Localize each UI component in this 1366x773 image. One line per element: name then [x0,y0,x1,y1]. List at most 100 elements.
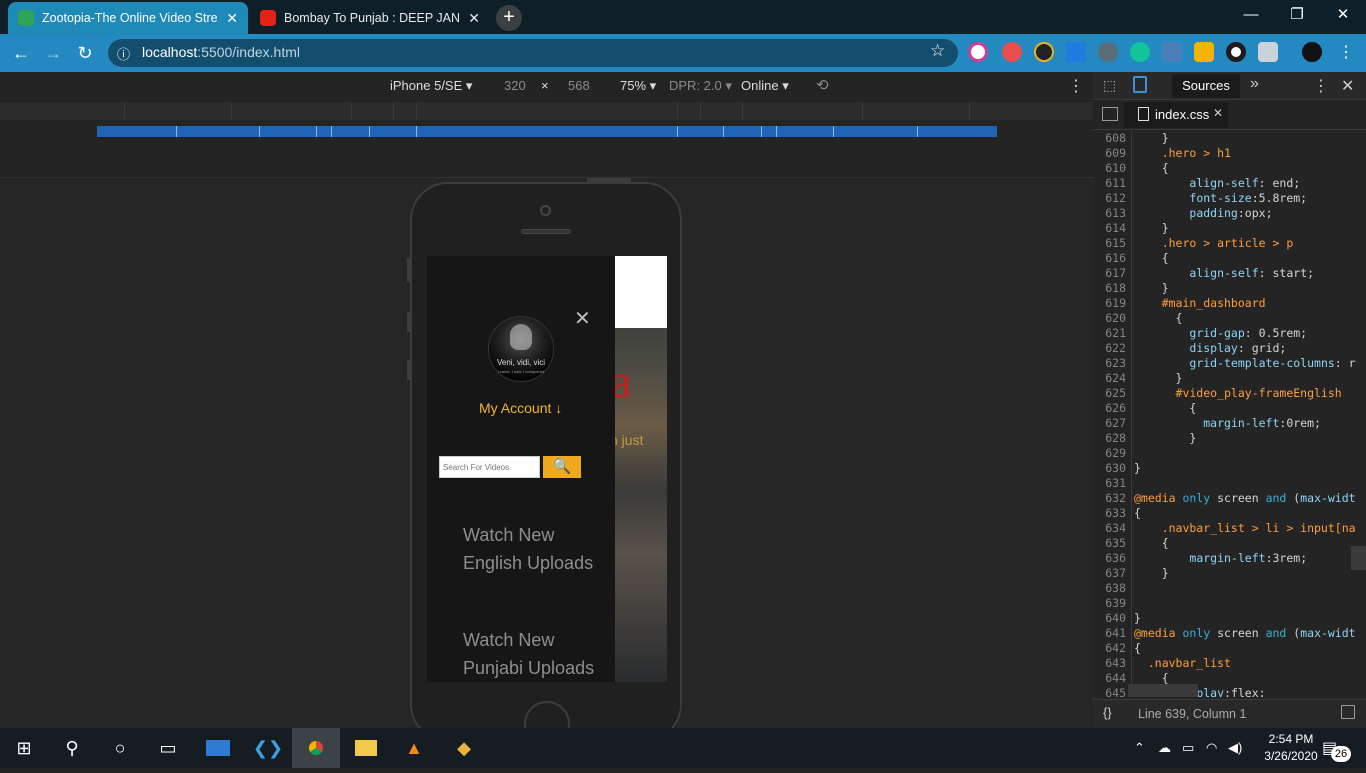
bookmark-star-icon[interactable]: ☆ [930,41,945,61]
extension-icon[interactable] [1226,42,1246,62]
drive-icon[interactable] [1258,42,1278,62]
line-number[interactable]: 612 [1093,191,1126,205]
extension-icon[interactable] [1098,42,1118,62]
line-number[interactable]: 635 [1093,536,1126,550]
windows-start-icon[interactable]: ⊞ [0,728,48,768]
horizontal-scrollbar[interactable] [1128,684,1198,697]
close-tab-icon[interactable]: ✕ [226,10,238,27]
vscode-app-icon[interactable]: ❮❯ [244,728,292,768]
cloud-icon[interactable]: ☁ [1158,740,1171,756]
menu-item-english[interactable]: Watch New English Uploads [463,521,593,577]
search-button[interactable]: 🔍 [543,456,581,478]
line-number[interactable]: 626 [1093,401,1126,415]
device-options-icon[interactable]: ⋮ [1068,76,1084,96]
line-number[interactable]: 617 [1093,266,1126,280]
line-number[interactable]: 629 [1093,446,1126,460]
line-number[interactable]: 622 [1093,341,1126,355]
zoom-select[interactable]: 75% ▾ [620,78,656,94]
extension-icon[interactable] [1002,42,1022,62]
color-picker-extension-icon[interactable] [968,42,988,62]
menu-kebab-icon[interactable]: ⋮ [1338,42,1354,62]
back-button[interactable]: ← [8,41,34,65]
line-number[interactable]: 638 [1093,581,1126,595]
line-number[interactable]: 627 [1093,416,1126,430]
more-tabs-icon[interactable]: » [1250,75,1259,93]
menu-item-punjabi[interactable]: Watch New Punjabi Uploads [463,626,594,682]
media-query-ruler[interactable] [97,126,997,137]
line-number[interactable]: 619 [1093,296,1126,310]
width-input[interactable]: 320 [504,78,526,93]
vlc-app-icon[interactable]: ▲ [390,728,438,768]
tray-expand-icon[interactable]: ⌃ [1134,740,1145,756]
minimize-button[interactable]: — [1228,0,1274,30]
line-number[interactable]: 611 [1093,176,1126,190]
line-number[interactable]: 608 [1093,131,1126,145]
inspect-element-icon[interactable]: ⬚ [1103,77,1116,94]
device-select[interactable]: iPhone 5/SE ▾ [390,78,472,94]
device-toggle-icon[interactable] [1133,76,1147,93]
maximize-button[interactable]: ❐ [1274,0,1320,30]
line-number[interactable]: 616 [1093,251,1126,265]
browser-tab-zootopia[interactable]: Zootopia-The Online Video Strea ✕ [8,2,248,34]
close-window-button[interactable]: ✕ [1320,0,1366,30]
profile-avatar[interactable] [1302,42,1322,62]
close-tab-icon[interactable]: ✕ [468,10,480,27]
line-number[interactable]: 631 [1093,476,1126,490]
height-input[interactable]: 568 [568,78,590,93]
line-number[interactable]: 634 [1093,521,1126,535]
line-number[interactable]: 641 [1093,626,1126,640]
coverage-icon[interactable] [1341,705,1355,719]
file-explorer-app-icon[interactable] [342,728,390,768]
line-number[interactable]: 615 [1093,236,1126,250]
tab-sources[interactable]: Sources [1172,74,1240,98]
line-number[interactable]: 621 [1093,326,1126,340]
dpr-select[interactable]: DPR: 2.0 ▾ [669,78,732,94]
volume-icon[interactable]: ◀) [1228,740,1242,756]
line-number[interactable]: 642 [1093,641,1126,655]
line-number[interactable]: 610 [1093,161,1126,175]
close-file-icon[interactable]: ✕ [1213,106,1223,120]
line-number[interactable]: 618 [1093,281,1126,295]
chrome-app-icon[interactable] [292,728,340,768]
line-number[interactable]: 630 [1093,461,1126,475]
line-number[interactable]: 620 [1093,311,1126,325]
line-number[interactable]: 632 [1093,491,1126,505]
line-number[interactable]: 643 [1093,656,1126,670]
line-number[interactable]: 637 [1093,566,1126,580]
line-number[interactable]: 614 [1093,221,1126,235]
line-number[interactable]: 613 [1093,206,1126,220]
line-number[interactable]: 624 [1093,371,1126,385]
line-number[interactable]: 633 [1093,506,1126,520]
wifi-icon[interactable]: ◠ [1206,740,1217,756]
navigator-toggle-icon[interactable] [1102,107,1118,121]
pretty-print-icon[interactable]: {} [1103,705,1112,720]
cortana-icon[interactable]: ○ [96,728,144,768]
mail-app-icon[interactable] [194,728,242,768]
rotate-icon[interactable]: ⟲ [816,76,829,94]
new-tab-button[interactable]: + [496,5,522,31]
extension-icon[interactable] [1034,42,1054,62]
forward-button[interactable]: → [40,41,66,65]
battery-icon[interactable]: ▭ [1182,740,1194,756]
browser-tab-youtube[interactable]: Bombay To Punjab : DEEP JANDU ✕ [250,2,490,34]
task-view-icon[interactable]: ▭ [144,728,192,768]
git-app-icon[interactable]: ◆ [440,728,488,768]
network-select[interactable]: Online ▾ [741,78,789,94]
line-number[interactable]: 609 [1093,146,1126,160]
extension-icon[interactable] [1162,42,1182,62]
editor-scrollbar[interactable] [1351,546,1366,570]
extension-icon[interactable] [1066,42,1086,62]
search-input[interactable] [439,456,540,478]
line-number[interactable]: 636 [1093,551,1126,565]
line-number[interactable]: 625 [1093,386,1126,400]
info-icon[interactable]: ⓘ [117,44,130,63]
code-editor[interactable]: 608 } 609 .hero > h1 610 {611 align-self: … [1093,131,1366,697]
line-number[interactable]: 645 [1093,686,1126,697]
line-number[interactable]: 623 [1093,356,1126,370]
line-number[interactable]: 628 [1093,431,1126,445]
grammarly-icon[interactable] [1130,42,1150,62]
line-number[interactable]: 639 [1093,596,1126,610]
close-drawer-icon[interactable]: ✕ [574,306,591,331]
search-icon[interactable]: ⚲ [48,728,96,768]
taskbar-clock[interactable]: 2:54 PM 3/26/2020 [1254,731,1328,765]
